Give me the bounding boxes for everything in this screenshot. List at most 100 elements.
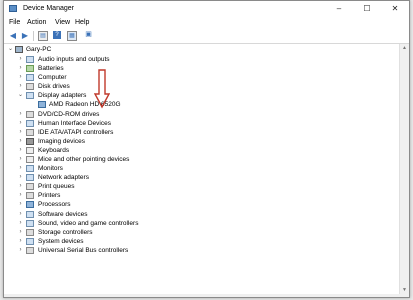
device-tree: ⌄ Gary-PC › Audio inputs and outputs › B… bbox=[4, 44, 399, 295]
tree-item[interactable]: › Human Interface Devices bbox=[17, 119, 257, 128]
tree-item[interactable]: › Software devices bbox=[17, 210, 257, 219]
tree-item-label: Disk drives bbox=[38, 83, 70, 90]
display-adapter-icon bbox=[38, 101, 46, 108]
tree-item[interactable]: › DVD/CD-ROM drives bbox=[17, 110, 257, 119]
details-icon[interactable]: ▦ bbox=[67, 31, 77, 41]
menu-help[interactable]: Help bbox=[75, 19, 89, 26]
tree-item[interactable]: › Universal Serial Bus controllers bbox=[17, 246, 257, 255]
tree-item[interactable]: › Monitors bbox=[17, 164, 257, 173]
system-device-icon bbox=[26, 238, 34, 245]
expand-icon[interactable]: › bbox=[17, 237, 24, 246]
expand-icon[interactable]: › bbox=[17, 146, 24, 155]
tree-item-label: Software devices bbox=[38, 211, 88, 218]
expand-icon[interactable]: › bbox=[17, 119, 24, 128]
tree-item-label: DVD/CD-ROM drives bbox=[38, 111, 100, 118]
tree-item-label: Mice and other pointing devices bbox=[38, 156, 130, 163]
expand-icon[interactable]: › bbox=[17, 210, 24, 219]
tree-item-label: Monitors bbox=[38, 165, 63, 172]
maximize-button[interactable]: ☐ bbox=[353, 1, 381, 17]
tree-child-item[interactable]: AMD Radeon HD 6520G bbox=[36, 100, 236, 109]
expand-icon[interactable]: › bbox=[17, 64, 24, 73]
tree-item[interactable]: › Storage controllers bbox=[17, 228, 257, 237]
vertical-scrollbar[interactable]: ▲ ▼ bbox=[399, 44, 409, 295]
printer-icon bbox=[26, 192, 34, 199]
expand-icon[interactable]: › bbox=[17, 110, 24, 119]
tree-root-label: Gary-PC bbox=[26, 46, 52, 53]
close-button[interactable]: ✕ bbox=[381, 1, 409, 17]
expand-icon[interactable]: › bbox=[17, 246, 24, 255]
menu-bar: File Action View Help bbox=[4, 17, 409, 29]
expand-icon[interactable]: › bbox=[17, 191, 24, 200]
battery-icon bbox=[26, 65, 34, 72]
tree-item[interactable]: › Computer bbox=[17, 73, 257, 82]
expand-icon[interactable]: › bbox=[17, 173, 24, 182]
tree-item[interactable]: › IDE ATA/ATAPI controllers bbox=[17, 128, 257, 137]
mouse-icon bbox=[26, 156, 34, 163]
back-icon[interactable]: ◀ bbox=[8, 31, 18, 41]
device-manager-window: Device Manager – ☐ ✕ File Action View He… bbox=[3, 0, 410, 298]
expand-icon[interactable]: › bbox=[17, 155, 24, 164]
collapse-icon[interactable]: ⌄ bbox=[7, 45, 14, 54]
status-bar bbox=[4, 294, 409, 297]
properties-icon[interactable]: ▤ bbox=[38, 31, 48, 41]
sound-icon bbox=[26, 220, 34, 227]
tree-item[interactable]: › Printers bbox=[17, 191, 257, 200]
minimize-button[interactable]: – bbox=[325, 1, 353, 17]
tree-item[interactable]: › Mice and other pointing devices bbox=[17, 155, 257, 164]
tree-item-label: Computer bbox=[38, 74, 67, 81]
network-adapter-icon bbox=[26, 174, 34, 181]
tree-root[interactable]: ⌄ Gary-PC bbox=[7, 45, 127, 54]
expand-icon[interactable]: › bbox=[17, 219, 24, 228]
expand-icon[interactable]: › bbox=[17, 73, 24, 82]
keyboard-icon bbox=[26, 147, 34, 154]
tree-item-label: Printers bbox=[38, 192, 61, 199]
tree-item[interactable]: › Network adapters bbox=[17, 173, 257, 182]
help-icon[interactable]: ? bbox=[53, 31, 61, 39]
tree-item[interactable]: › Processors bbox=[17, 200, 257, 209]
toolbar-separator bbox=[33, 31, 34, 41]
expand-icon[interactable]: › bbox=[17, 200, 24, 209]
tree-item[interactable]: › System devices bbox=[17, 237, 257, 246]
menu-file[interactable]: File bbox=[9, 19, 20, 26]
computer-icon bbox=[26, 74, 34, 81]
dvd-drive-icon bbox=[26, 111, 34, 118]
ide-controller-icon bbox=[26, 129, 34, 136]
tree-item[interactable]: › Sound, video and game controllers bbox=[17, 219, 257, 228]
menu-view[interactable]: View bbox=[55, 19, 70, 26]
tree-item-label: Processors bbox=[38, 201, 71, 208]
expand-icon[interactable]: › bbox=[17, 82, 24, 91]
software-device-icon bbox=[26, 211, 34, 218]
storage-controller-icon bbox=[26, 229, 34, 236]
scan-hardware-icon[interactable]: ▣ bbox=[84, 31, 93, 39]
camera-icon bbox=[26, 138, 34, 145]
tree-item-label: Network adapters bbox=[38, 174, 89, 181]
tree-item-label: Sound, video and game controllers bbox=[38, 220, 139, 227]
expand-icon[interactable]: › bbox=[17, 55, 24, 64]
scroll-up-icon[interactable]: ▲ bbox=[400, 44, 409, 53]
tree-item[interactable]: › Audio inputs and outputs bbox=[17, 55, 257, 64]
expand-icon[interactable]: › bbox=[17, 137, 24, 146]
menu-action[interactable]: Action bbox=[27, 19, 46, 26]
tree-item-label: Keyboards bbox=[38, 147, 70, 154]
monitor-icon bbox=[26, 165, 34, 172]
expand-icon[interactable]: › bbox=[17, 182, 24, 191]
tree-item[interactable]: › Imaging devices bbox=[17, 137, 257, 146]
expand-icon[interactable]: › bbox=[17, 228, 24, 237]
print-queue-icon bbox=[26, 183, 34, 190]
audio-icon bbox=[26, 56, 34, 63]
forward-icon[interactable]: ▶ bbox=[20, 31, 30, 41]
collapse-icon[interactable]: ⌄ bbox=[17, 91, 24, 100]
disk-drive-icon bbox=[26, 83, 34, 90]
usb-icon bbox=[26, 247, 34, 254]
tree-item-expanded[interactable]: ⌄ Display adapters bbox=[17, 91, 257, 100]
tree-item[interactable]: › Keyboards bbox=[17, 146, 257, 155]
processor-icon bbox=[26, 201, 34, 208]
tree-item[interactable]: › Batteries bbox=[17, 64, 257, 73]
toolbar: ◀ ▶ ▤ ? ▦ ▣ bbox=[4, 29, 409, 44]
expand-icon[interactable]: › bbox=[17, 164, 24, 173]
expand-icon[interactable]: › bbox=[17, 128, 24, 137]
tree-item-label: Imaging devices bbox=[38, 138, 85, 145]
tree-item[interactable]: › Disk drives bbox=[17, 82, 257, 91]
tree-item[interactable]: › Print queues bbox=[17, 182, 257, 191]
title-bar: Device Manager – ☐ ✕ bbox=[4, 1, 409, 17]
